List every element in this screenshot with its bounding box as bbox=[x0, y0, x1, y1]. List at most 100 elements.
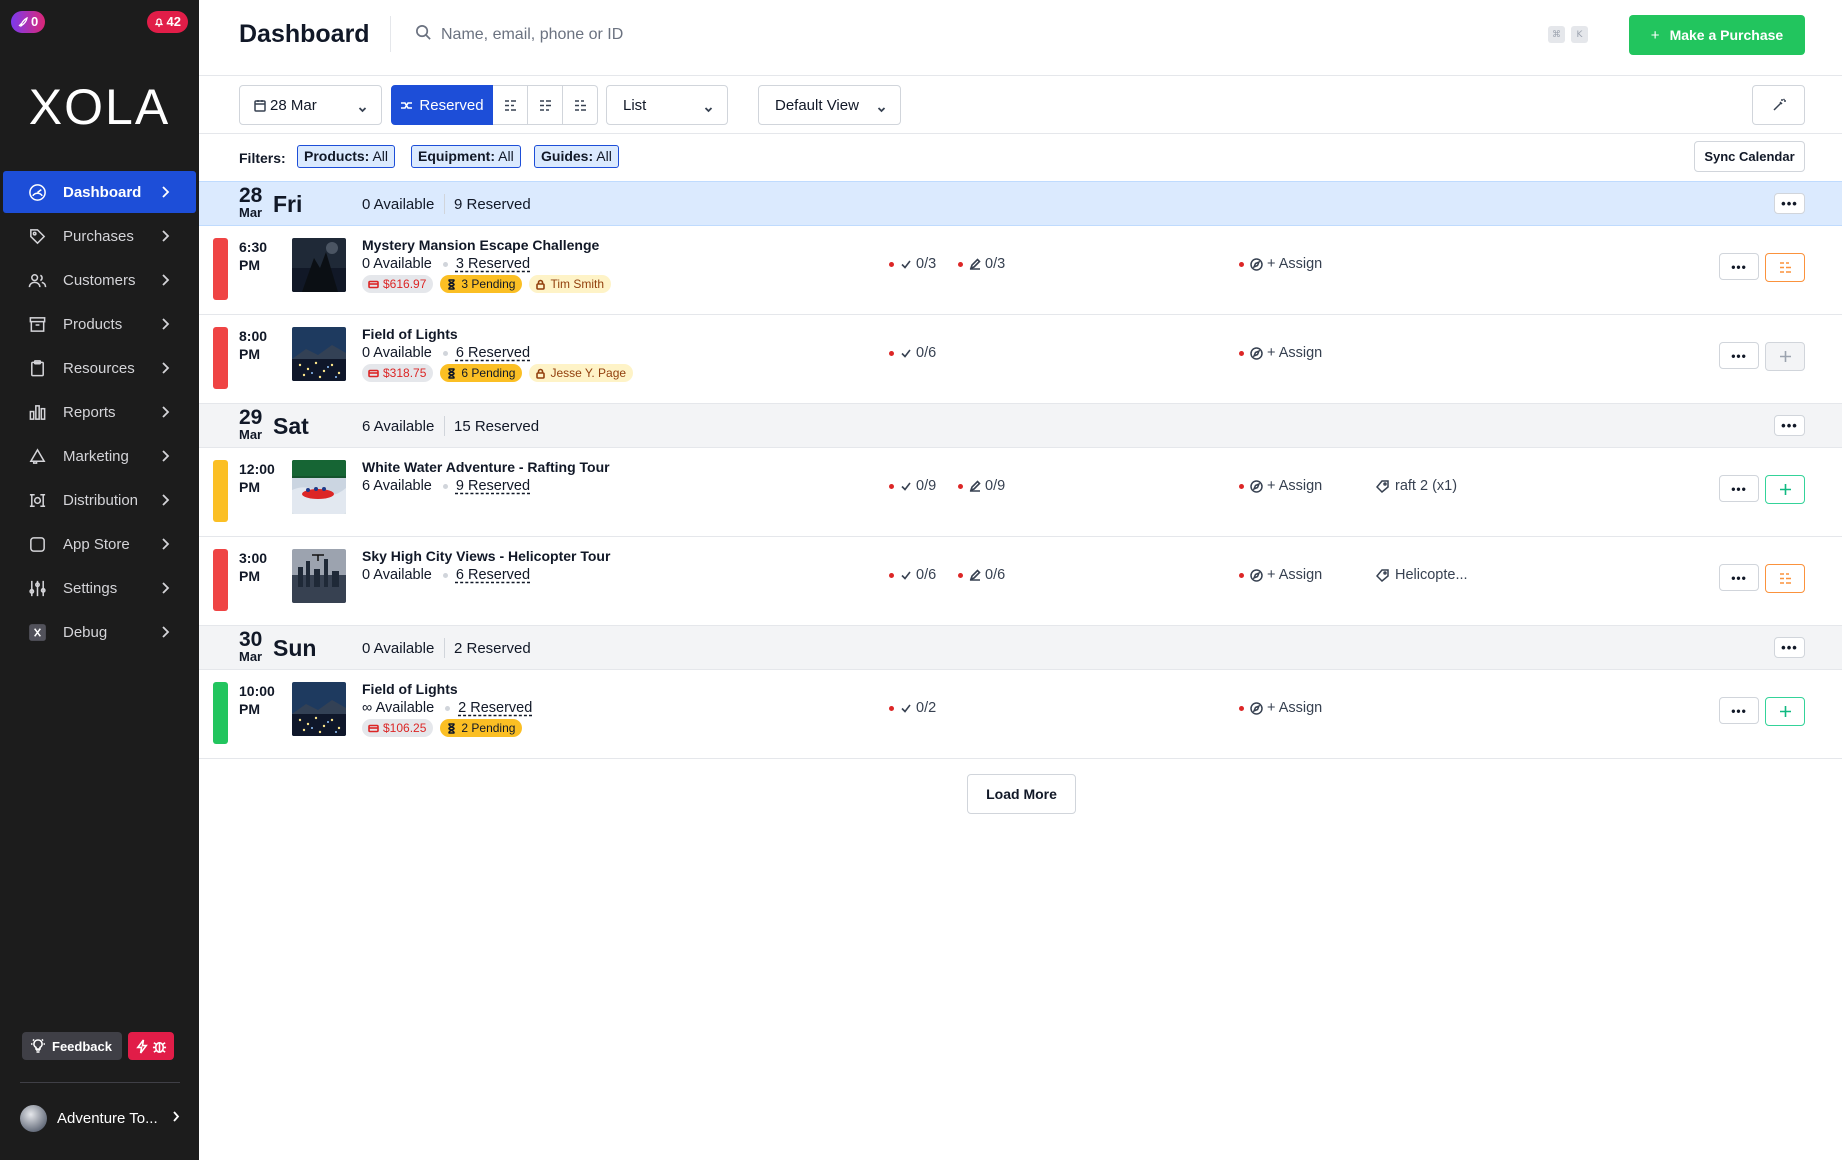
load-more-button[interactable]: Load More bbox=[967, 774, 1076, 814]
equipment-assignment[interactable]: Helicopte... bbox=[1376, 567, 1468, 583]
event-reserved-link[interactable]: 9 Reserved bbox=[456, 478, 530, 494]
event-more-button[interactable]: ••• bbox=[1719, 253, 1759, 280]
sliders-icon bbox=[27, 578, 47, 598]
magic-wand-button[interactable] bbox=[1752, 85, 1805, 125]
event-add-button[interactable] bbox=[1765, 342, 1805, 371]
status-dot bbox=[958, 261, 963, 267]
event-title[interactable]: Field of Lights bbox=[362, 326, 458, 342]
search-input[interactable] bbox=[441, 20, 941, 50]
make-a-purchase-label: Make a Purchase bbox=[1669, 27, 1784, 43]
date-picker[interactable]: 28 Mar bbox=[239, 85, 382, 125]
sidebar-item-reports[interactable]: Reports bbox=[3, 391, 196, 433]
assign-guide[interactable]: + Assign bbox=[1239, 567, 1322, 583]
xola-logo[interactable]: XOLA bbox=[0, 78, 199, 136]
reserved-toggle[interactable]: Reserved bbox=[391, 85, 493, 125]
day-date: 28 Mar bbox=[239, 185, 269, 220]
pending-value: 2 Pending bbox=[461, 721, 516, 735]
assign-guide[interactable]: + Assign bbox=[1239, 345, 1322, 361]
event-more-button[interactable]: ••• bbox=[1719, 475, 1759, 502]
filter-option-3[interactable] bbox=[563, 85, 598, 125]
filter-option-1[interactable] bbox=[493, 85, 528, 125]
event-row[interactable]: 8:00 PM Field of Lights 0 Available 6 Res… bbox=[199, 315, 1842, 404]
sidebar-item-marketing[interactable]: Marketing bbox=[3, 435, 196, 477]
sidebar-item-debug[interactable]: Debug bbox=[3, 611, 196, 653]
event-time: 12:00 PM bbox=[239, 460, 284, 496]
event-title[interactable]: Sky High City Views - Helicopter Tour bbox=[362, 548, 610, 564]
guide-badge[interactable]: Jesse Y. Page bbox=[529, 364, 634, 382]
sidebar-item-app-store[interactable]: App Store bbox=[3, 523, 196, 565]
capacity-indicator bbox=[213, 460, 228, 522]
account-name: Adventure To... bbox=[57, 1109, 158, 1127]
day-more-button[interactable]: ••• bbox=[1774, 193, 1805, 214]
sidebar-item-products[interactable]: Products bbox=[3, 303, 196, 345]
equipment-assignment[interactable]: raft 2 (x1) bbox=[1376, 478, 1457, 494]
view-mode-select[interactable]: List bbox=[606, 85, 728, 125]
event-more-button[interactable]: ••• bbox=[1719, 342, 1759, 369]
filter-chip-guides[interactable]: Guides: All bbox=[534, 145, 619, 168]
sidebar-badges: 0 42 bbox=[11, 11, 188, 33]
sidebar-item-dashboard[interactable]: Dashboard bbox=[3, 171, 196, 213]
event-title[interactable]: Field of Lights bbox=[362, 681, 458, 697]
chip-key: Equipment: bbox=[418, 148, 495, 164]
event-reserved-link[interactable]: 6 Reserved bbox=[456, 345, 530, 361]
event-more-button[interactable]: ••• bbox=[1719, 697, 1759, 724]
event-reserved-link[interactable]: 3 Reserved bbox=[456, 256, 530, 272]
filter-chip-products[interactable]: Products: All bbox=[297, 145, 396, 168]
make-a-purchase-button[interactable]: + Make a Purchase bbox=[1629, 15, 1805, 55]
event-time-value: 6:30 bbox=[239, 239, 268, 255]
waiver-status: 0/9 bbox=[958, 478, 1005, 494]
price-value: $318.75 bbox=[383, 366, 427, 380]
assign-guide[interactable]: + Assign bbox=[1239, 700, 1322, 716]
event-add-button[interactable] bbox=[1765, 475, 1805, 504]
event-reserved-link[interactable]: 6 Reserved bbox=[456, 567, 530, 583]
report-bug-button[interactable] bbox=[127, 1032, 174, 1060]
sidebar-item-resources[interactable]: Resources bbox=[3, 347, 196, 389]
day-available: 0 Available bbox=[362, 196, 435, 213]
day-more-button[interactable]: ••• bbox=[1774, 637, 1805, 658]
status-segmented-control: Reserved bbox=[391, 85, 598, 125]
lock-icon bbox=[536, 279, 546, 290]
sidebar-item-purchases[interactable]: Purchases bbox=[3, 215, 196, 257]
guide-badge[interactable]: Tim Smith bbox=[529, 275, 611, 293]
distribution-icon bbox=[27, 490, 47, 510]
separator-dot bbox=[442, 572, 448, 578]
sidebar-item-label: Purchases bbox=[63, 227, 134, 245]
account-switcher[interactable]: Adventure To... bbox=[20, 1104, 180, 1132]
filter-option-2[interactable] bbox=[528, 85, 563, 125]
sidebar-item-label: Settings bbox=[63, 579, 118, 597]
bug-icon bbox=[152, 1041, 167, 1053]
sidebar-item-customers[interactable]: Customers bbox=[3, 259, 196, 301]
filter-chip-equipment[interactable]: Equipment: All bbox=[411, 145, 521, 168]
pending-value: 3 Pending bbox=[461, 277, 516, 291]
event-more-button[interactable]: ••• bbox=[1719, 564, 1759, 591]
event-manifest-button[interactable] bbox=[1765, 253, 1805, 282]
sidebar-item-distribution[interactable]: Distribution bbox=[3, 479, 196, 521]
sidebar-item-settings[interactable]: Settings bbox=[3, 567, 196, 609]
event-manifest-button[interactable] bbox=[1765, 564, 1805, 593]
feedback-button[interactable]: Feedback bbox=[22, 1032, 122, 1060]
app-store-icon bbox=[27, 534, 47, 554]
event-row[interactable]: 12:00 PM White Water Adventure - Rafting … bbox=[199, 448, 1842, 537]
rocket-badge[interactable]: 0 bbox=[11, 11, 46, 33]
assign-guide[interactable]: + Assign bbox=[1239, 478, 1322, 494]
notifications-badge[interactable]: 42 bbox=[146, 11, 188, 33]
day-number: 30 bbox=[239, 628, 263, 651]
saved-view-select[interactable]: Default View bbox=[758, 85, 901, 125]
event-title[interactable]: Mystery Mansion Escape Challenge bbox=[362, 237, 599, 253]
day-month: Mar bbox=[239, 205, 263, 220]
day-more-button[interactable]: ••• bbox=[1774, 415, 1805, 436]
sync-calendar-button[interactable]: Sync Calendar bbox=[1694, 141, 1805, 172]
event-row[interactable]: 10:00 PM Field of Lights ∞ Available 2 Re… bbox=[199, 670, 1842, 759]
event-title[interactable]: White Water Adventure - Rafting Tour bbox=[362, 459, 610, 475]
event-add-button[interactable] bbox=[1765, 697, 1805, 726]
saved-view-value: Default View bbox=[775, 96, 859, 114]
check-icon bbox=[901, 349, 911, 358]
chevron-right-icon bbox=[161, 625, 170, 639]
event-reserved-link[interactable]: 2 Reserved bbox=[458, 700, 532, 716]
clipboard-icon bbox=[27, 358, 47, 378]
assign-guide[interactable]: + Assign bbox=[1239, 256, 1322, 272]
event-row[interactable]: 6:30 PM Mystery Mansion Escape Challenge … bbox=[199, 226, 1842, 315]
event-time-value: 10:00 bbox=[239, 683, 275, 699]
event-row[interactable]: 3:00 PM Sky High City Views - Helicopter … bbox=[199, 537, 1842, 626]
filters-bar: Filters: Products: All Equipment: All Gu… bbox=[199, 134, 1842, 181]
